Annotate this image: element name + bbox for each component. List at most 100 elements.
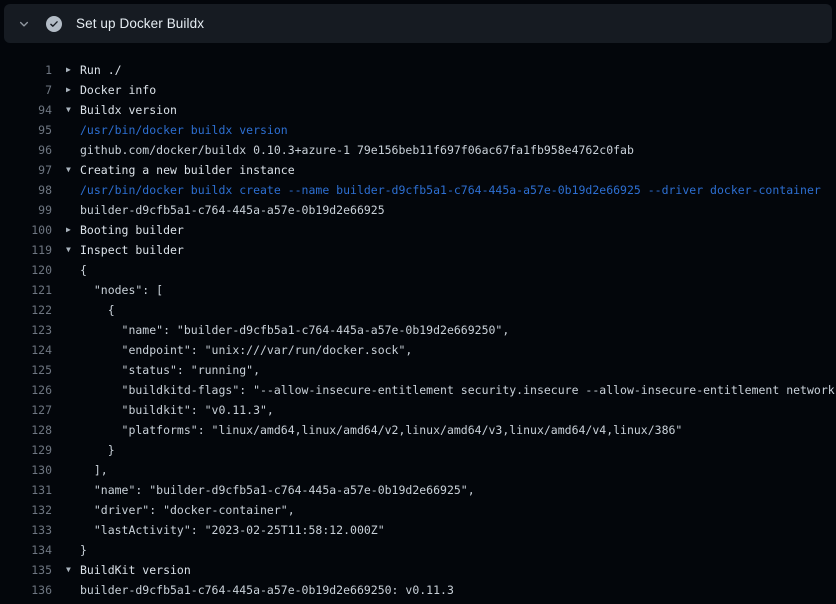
gutter-spacer [66,420,80,440]
gutter-spacer [66,280,80,300]
triangle-down-icon[interactable]: ▼ [66,240,80,260]
line-body: "buildkit": "v0.11.3", [66,400,274,420]
line-number[interactable]: 129 [0,440,52,460]
log-line: 125 "status": "running", [0,360,836,380]
log-line: 126 "buildkitd-flags": "--allow-insecure… [0,380,836,400]
line-number[interactable]: 100 [0,220,52,240]
gutter-spacer [66,400,80,420]
group-title: Inspect builder [80,240,184,260]
line-body: ▼Creating a new builder instance [66,160,295,180]
step-header[interactable]: Set up Docker Buildx [4,4,832,43]
line-number[interactable]: 98 [0,180,52,200]
log-group-row[interactable]: 135 ▼BuildKit version [0,560,836,580]
triangle-down-icon[interactable]: ▼ [66,560,80,580]
chevron-down-icon[interactable] [16,16,32,32]
line-number[interactable]: 120 [0,260,52,280]
line-body: ▶Docker info [66,80,156,100]
line-number[interactable]: 122 [0,300,52,320]
step-title: Set up Docker Buildx [76,16,204,31]
gutter-spacer [66,520,80,540]
gutter-spacer [66,460,80,480]
line-body: builder-d9cfb5a1-c764-445a-a57e-0b19d2e6… [66,580,454,600]
group-title: Booting builder [80,220,184,240]
log-line: 127 "buildkit": "v0.11.3", [0,400,836,420]
log-line: 129 } [0,440,836,460]
log-line: 99builder-d9cfb5a1-c764-445a-a57e-0b19d2… [0,200,836,220]
line-number[interactable]: 94 [0,100,52,120]
line-body: ▶Booting builder [66,220,184,240]
line-number[interactable]: 134 [0,540,52,560]
line-number[interactable]: 131 [0,480,52,500]
line-number[interactable]: 96 [0,140,52,160]
log-group-row[interactable]: 7 ▶Docker info [0,80,836,100]
line-number[interactable]: 130 [0,460,52,480]
output-text: "status": "running", [80,360,260,380]
line-number[interactable]: 1 [0,60,52,80]
line-number[interactable]: 135 [0,560,52,580]
line-body: ▼Buildx version [66,100,177,120]
gutter-spacer [66,140,80,160]
line-body: "lastActivity": "2023-02-25T11:58:12.000… [66,520,385,540]
line-body: { [66,260,87,280]
log-group-row[interactable]: 119 ▼Inspect builder [0,240,836,260]
triangle-right-icon[interactable]: ▶ [66,80,80,100]
line-number[interactable]: 128 [0,420,52,440]
triangle-down-icon[interactable]: ▼ [66,160,80,180]
line-number[interactable]: 97 [0,160,52,180]
group-title: Docker info [80,80,156,100]
log-line: 134} [0,540,836,560]
line-number[interactable]: 125 [0,360,52,380]
gutter-spacer [66,120,80,140]
log-line: 136 builder-d9cfb5a1-c764-445a-a57e-0b19d… [0,580,836,600]
line-body: "name": "builder-d9cfb5a1-c764-445a-a57e… [66,480,475,500]
line-number[interactable]: 124 [0,340,52,360]
output-text: "buildkit": "v0.11.3", [80,400,274,420]
line-number[interactable]: 127 [0,400,52,420]
group-title: Buildx version [80,100,177,120]
output-text: "name": "builder-d9cfb5a1-c764-445a-a57e… [80,320,509,340]
log-group-row[interactable]: 94 ▼Buildx version [0,100,836,120]
output-text: } [80,540,87,560]
output-text: "buildkitd-flags": "--allow-insecure-ent… [80,380,836,400]
output-text: "driver": "docker-container", [80,500,295,520]
log-viewer: 1▶Run ./7▶Docker info94▼Buildx version95… [0,43,836,600]
output-text: { [80,300,115,320]
line-number[interactable]: 136 [0,580,52,600]
log-line: 123 "name": "builder-d9cfb5a1-c764-445a-… [0,320,836,340]
line-body: ▶Run ./ [66,60,122,80]
line-number[interactable]: 132 [0,500,52,520]
group-title: Creating a new builder instance [80,160,295,180]
log-line: 122 { [0,300,836,320]
log-group-row[interactable]: 100 ▶Booting builder [0,220,836,240]
line-number[interactable]: 126 [0,380,52,400]
line-body: "nodes": [ [66,280,163,300]
line-number[interactable]: 7 [0,80,52,100]
log-group-row[interactable]: 1 ▶Run ./ [0,60,836,80]
log-group-row[interactable]: 97 ▼Creating a new builder instance [0,160,836,180]
line-number[interactable]: 99 [0,200,52,220]
log-line: 121 "nodes": [ [0,280,836,300]
line-number[interactable]: 121 [0,280,52,300]
gutter-spacer [66,480,80,500]
line-number[interactable]: 133 [0,520,52,540]
gutter-spacer [66,260,80,280]
output-text: { [80,260,87,280]
output-text: "lastActivity": "2023-02-25T11:58:12.000… [80,520,385,540]
line-body: github.com/docker/buildx 0.10.3+azure-1 … [66,140,634,160]
line-body: ▼BuildKit version [66,560,191,580]
log-line: 133 "lastActivity": "2023-02-25T11:58:12… [0,520,836,540]
line-body: ▼Inspect builder [66,240,184,260]
line-number[interactable]: 95 [0,120,52,140]
triangle-right-icon[interactable]: ▶ [66,60,80,80]
line-body: "status": "running", [66,360,260,380]
triangle-right-icon[interactable]: ▶ [66,220,80,240]
log-line: 96 github.com/docker/buildx 0.10.3+azure-… [0,140,836,160]
line-number[interactable]: 119 [0,240,52,260]
triangle-down-icon[interactable]: ▼ [66,100,80,120]
line-body: /usr/bin/docker buildx version [66,120,288,140]
line-body: "endpoint": "unix:///var/run/docker.sock… [66,340,412,360]
output-text: builder-d9cfb5a1-c764-445a-a57e-0b19d2e6… [80,580,454,600]
command-text: /usr/bin/docker buildx version [80,120,288,140]
gutter-spacer [66,180,80,200]
line-number[interactable]: 123 [0,320,52,340]
